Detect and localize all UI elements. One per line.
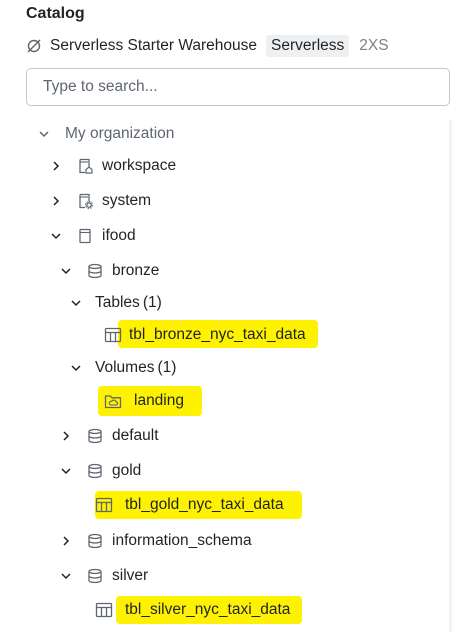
tree-root-label: My organization: [65, 125, 175, 142]
tree-item-label: information_schema: [112, 532, 252, 549]
tree-item-label: landing: [134, 392, 184, 409]
tree-item-schema-silver[interactable]: silver: [60, 562, 148, 590]
chevron-right-icon[interactable]: [50, 195, 62, 207]
chevron-down-icon[interactable]: [70, 297, 82, 309]
tree-item-label: workspace: [102, 157, 177, 174]
chevron-down-icon[interactable]: [60, 570, 72, 582]
tree-item-volume-landing[interactable]: landing: [104, 387, 184, 415]
chevron-down-icon[interactable]: [70, 362, 82, 374]
search-input[interactable]: [41, 77, 449, 97]
warehouse-selector[interactable]: Serverless Starter Warehouse Serverless …: [26, 34, 389, 58]
tree-item-system[interactable]: system: [50, 187, 151, 215]
tree-item-label: system: [102, 192, 152, 209]
tree-group-count: (1): [142, 294, 162, 311]
tree-item-schema-default[interactable]: default: [60, 422, 159, 450]
tree-item-label: tbl_silver_nyc_taxi_data: [125, 601, 291, 618]
chevron-right-icon[interactable]: [50, 160, 62, 172]
tree-item-schema-gold[interactable]: gold: [60, 457, 141, 485]
chevron-down-icon[interactable]: [60, 465, 72, 477]
catalog-icon: [76, 227, 94, 245]
chevron-down-icon[interactable]: [50, 230, 62, 242]
tree-item-label: tbl_bronze_nyc_taxi_data: [129, 326, 306, 343]
tree-item-label: default: [112, 427, 159, 444]
tree-item-label: tbl_gold_nyc_taxi_data: [125, 496, 284, 513]
catalog-gear-icon: [76, 192, 94, 210]
folder-cloud-icon: [104, 392, 122, 410]
tree-item-ifood[interactable]: ifood: [50, 222, 136, 250]
warehouse-name: Serverless Starter Warehouse: [50, 37, 258, 54]
tree-item-label: silver: [112, 567, 149, 584]
tree-group-tables[interactable]: Tables (1): [70, 289, 162, 317]
panel-title: Catalog: [26, 5, 85, 22]
table-icon: [95, 601, 113, 619]
tree-item-table-silver[interactable]: tbl_silver_nyc_taxi_data: [95, 596, 290, 624]
tree-group-volumes[interactable]: Volumes (1): [70, 354, 176, 382]
tree-group-label: Tables: [95, 294, 140, 311]
tree-item-label: ifood: [102, 227, 136, 244]
tree-group-label: Volumes: [95, 359, 155, 376]
tree-item-label: gold: [112, 462, 142, 479]
tree-group-count: (1): [157, 359, 177, 376]
chevron-down-icon[interactable]: [38, 128, 50, 140]
tree-item-label: bronze: [112, 262, 160, 279]
tree-item-schema-bronze[interactable]: bronze: [60, 257, 159, 285]
table-icon: [104, 326, 122, 344]
tree-item-workspace[interactable]: workspace: [50, 152, 176, 180]
chevron-down-icon[interactable]: [60, 265, 72, 277]
database-icon: [86, 427, 104, 445]
chevron-right-icon[interactable]: [60, 430, 72, 442]
tree-item-schema-information-schema[interactable]: information_schema: [60, 527, 252, 555]
table-icon: [95, 496, 113, 514]
tree-item-table-gold[interactable]: tbl_gold_nyc_taxi_data: [95, 491, 284, 519]
chevron-right-icon[interactable]: [60, 535, 72, 547]
tree-item-table-bronze[interactable]: tbl_bronze_nyc_taxi_data: [104, 321, 306, 349]
database-icon: [86, 567, 104, 585]
database-icon: [86, 462, 104, 480]
tree-root-my-organization[interactable]: My organization: [38, 120, 174, 148]
no-connection-icon: [26, 38, 42, 54]
database-icon: [86, 262, 104, 280]
catalog-home-icon: [76, 157, 94, 175]
warehouse-size: 2XS: [359, 37, 389, 54]
search-box[interactable]: [26, 68, 450, 106]
database-icon: [86, 532, 104, 550]
warehouse-type-badge: Serverless: [266, 35, 350, 57]
